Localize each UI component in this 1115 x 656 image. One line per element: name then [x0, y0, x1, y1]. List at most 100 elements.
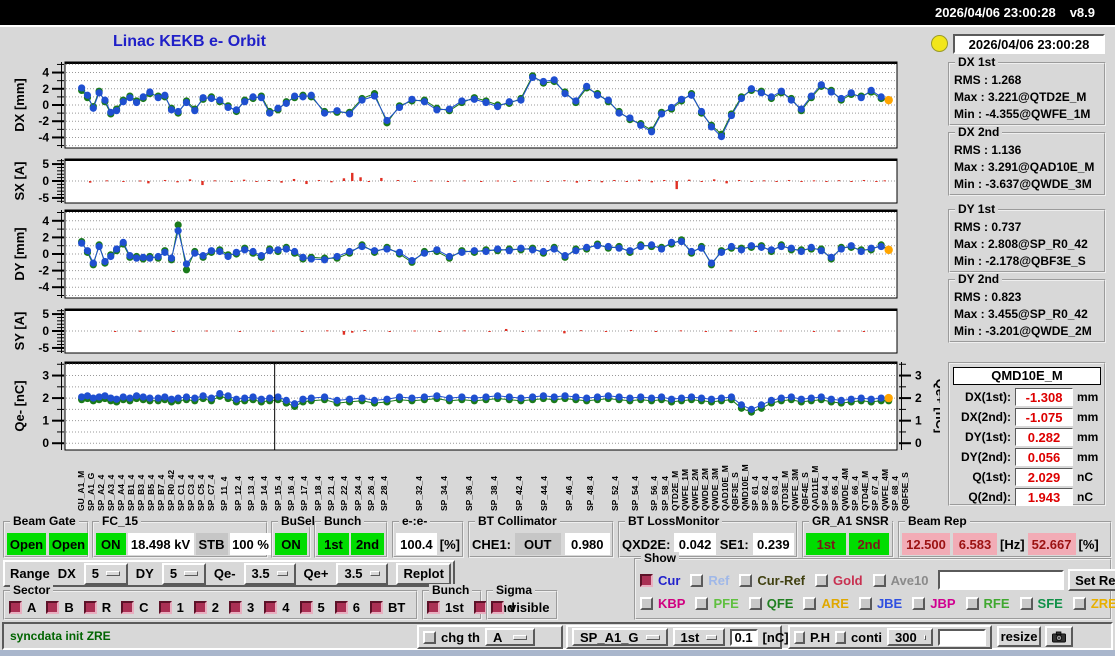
threshold-input[interactable]	[729, 628, 758, 646]
bunch-select-label-1st: 1st	[445, 600, 464, 615]
svg-text:4: 4	[42, 66, 49, 80]
sector-item-a: A	[9, 600, 36, 615]
gr-snsr-2nd-button[interactable]: 2nd	[849, 533, 889, 555]
monitor-row-value: 1.943	[1015, 488, 1073, 506]
show-checkbox-cur-ref[interactable]	[739, 573, 753, 587]
sector-checkbox-3[interactable]	[229, 601, 243, 614]
sector-checkbox-6[interactable]	[334, 601, 348, 614]
beam-gate-open-button-1[interactable]: Open	[7, 533, 46, 555]
stats-min-dy-2nd: Min : -3.201@QWDE_2M	[954, 324, 1092, 338]
sector-checkbox-5[interactable]	[299, 601, 313, 614]
bpm-label-sp-16-4: SP_16_4	[285, 476, 296, 511]
bunch-select-checkbox-1st[interactable]	[427, 601, 440, 614]
ref-name-input[interactable]	[938, 570, 1065, 590]
show-item-cur-ref: Cur-Ref	[739, 573, 805, 588]
plot-sy[interactable]: -5 0 5 SY [A]	[0, 307, 940, 355]
svg-text:SX [A]: SX [A]	[12, 162, 27, 201]
show-checkbox-ref[interactable]	[690, 573, 704, 587]
che1-out-button[interactable]: OUT	[515, 533, 561, 555]
dropdown-dash-icon	[276, 571, 288, 576]
stats-box-dy-2nd: DY 2nd RMS : 0.823 Max : 3.455@SP_R0_42 Mi…	[948, 273, 1106, 343]
show-checkbox-rfe[interactable]	[965, 597, 979, 610]
monitor-row-unit: nC	[1077, 470, 1093, 484]
status-message: syncdata init ZRE	[10, 629, 111, 643]
bpm-label-sp-67-4: SP_67_4	[870, 476, 881, 511]
bunch-1st-button[interactable]: 1st	[318, 533, 349, 555]
plot-dx[interactable]: -4 -2 0 2 4 DX [mm]	[0, 60, 940, 150]
show-checkbox-zre[interactable]	[1072, 597, 1086, 610]
ee-ratio-group: e-:e- 100.4 [%]	[392, 515, 464, 558]
page-title: Linac KEKB e- Orbit	[113, 33, 266, 50]
bunch-dropdown[interactable]: 1st	[672, 628, 725, 646]
bunch-select-checkbox-2nd[interactable]	[473, 601, 487, 614]
beam-rep-value-1: 12.500	[902, 533, 950, 555]
bunch-2nd-button[interactable]: 2nd	[351, 533, 384, 555]
sector-checkbox-bt[interactable]	[369, 601, 383, 614]
show-checkbox-kbp[interactable]	[640, 597, 653, 610]
bpm-label-sp-63-4: SP_63_4	[770, 476, 781, 511]
beam-gate-open-button-2[interactable]: Open	[49, 533, 88, 555]
ee-ratio-value: 100.4	[396, 533, 437, 555]
replot-button[interactable]: Replot	[396, 562, 451, 585]
show-checkbox-jbp[interactable]	[912, 597, 926, 610]
range-dx-dropdown[interactable]: 5	[83, 562, 128, 585]
bpm-label-sp-12-4: SP_12_4	[232, 476, 243, 511]
chg-th-checkbox[interactable]	[423, 630, 436, 644]
show-checkbox-ave10[interactable]	[872, 573, 886, 587]
sector-checkbox-4[interactable]	[264, 601, 278, 614]
range-dy-dropdown[interactable]: 5	[161, 562, 206, 585]
show-checkbox-jbe[interactable]	[858, 597, 872, 610]
monitor-dropdown[interactable]: SP_A1_G	[572, 628, 668, 646]
monitor-row-dx-2nd-: DX(2nd): -1.075 mm	[953, 407, 1101, 427]
sector-label-b: B	[64, 600, 74, 615]
show-checkbox-qfe[interactable]	[748, 597, 762, 610]
sector-checkbox-a[interactable]	[9, 601, 22, 614]
show-checkbox-are[interactable]	[803, 597, 817, 610]
bpm-label-qwfe-4m: QWFE_4M	[880, 468, 891, 511]
screenshot-button[interactable]	[1045, 626, 1073, 647]
chg-th-group: chg th A	[417, 625, 563, 649]
show-checkbox-cur[interactable]	[640, 573, 653, 587]
range-qe-plus-dropdown[interactable]: 3.5	[336, 562, 389, 585]
sector-item-bt: BT	[369, 600, 405, 615]
fc15-stb-button[interactable]: STB	[195, 533, 228, 555]
show-checkbox-sfe[interactable]	[1019, 597, 1033, 610]
bpm-label-sp-68-4: SP_68_4	[890, 476, 901, 511]
bpm-label-sp-28-4: SP_28_4	[379, 476, 390, 511]
sector-checkbox-r[interactable]	[83, 601, 97, 614]
sector-checkbox-1[interactable]	[158, 601, 172, 614]
monitor-row-q-1st-: Q(1st): 2.029 nC	[953, 467, 1101, 487]
ee-ratio-unit: [%]	[439, 536, 460, 552]
resize-button[interactable]: resize	[997, 626, 1041, 647]
plot-qe[interactable]: 0 1 2 3 Qe- [nC] 0 1 2 3 Qe+ [nC]	[0, 360, 940, 452]
plot-dy[interactable]: -4 -2 0 2 4 DY [mm]	[0, 208, 940, 300]
show-checkbox-pfe[interactable]	[695, 597, 709, 610]
extra-input[interactable]	[938, 628, 986, 646]
bpm-label-gu-a1-m: GU_A1_M	[76, 470, 87, 511]
ph-checkbox[interactable]	[794, 630, 805, 644]
busel-on-button[interactable]: ON	[275, 533, 307, 555]
gr-snsr-1st-button[interactable]: 1st	[806, 533, 846, 555]
sector-checkbox-2[interactable]	[193, 601, 207, 614]
bpm-label-qbf3e-s: QBF3E_S	[730, 472, 741, 511]
sector-checkbox-b[interactable]	[46, 601, 60, 614]
bpm-label-sp-42-4: SP_42_4	[513, 476, 524, 511]
range-qe-minus-dropdown[interactable]: 3.5	[243, 562, 296, 585]
count-dropdown[interactable]: 300	[887, 628, 933, 646]
fc15-on-button[interactable]: ON	[96, 533, 126, 555]
monitor-name[interactable]: QMD10E_M	[953, 367, 1101, 385]
bpm-label-sp-62-4: SP_62_4	[760, 476, 771, 511]
conti-checkbox[interactable]	[834, 630, 846, 644]
sector-checkbox-c[interactable]	[121, 601, 135, 614]
show-item-sfe: SFE	[1019, 596, 1063, 611]
chg-th-dropdown[interactable]: A	[485, 628, 535, 646]
y-axis: -5 0 5 SX [A]	[12, 157, 64, 205]
range-dx-label: DX	[57, 566, 76, 581]
set-ref-button[interactable]: Set Ref	[1068, 569, 1115, 591]
plot-sx[interactable]: -5 0 5 SX [A]	[0, 157, 940, 205]
sigma-checkbox-visible[interactable]	[491, 601, 504, 614]
svg-text:3: 3	[42, 369, 49, 383]
show-checkbox-gold[interactable]	[815, 573, 829, 587]
sector-label-6: 6	[352, 600, 360, 615]
svg-text:-4: -4	[38, 280, 49, 294]
